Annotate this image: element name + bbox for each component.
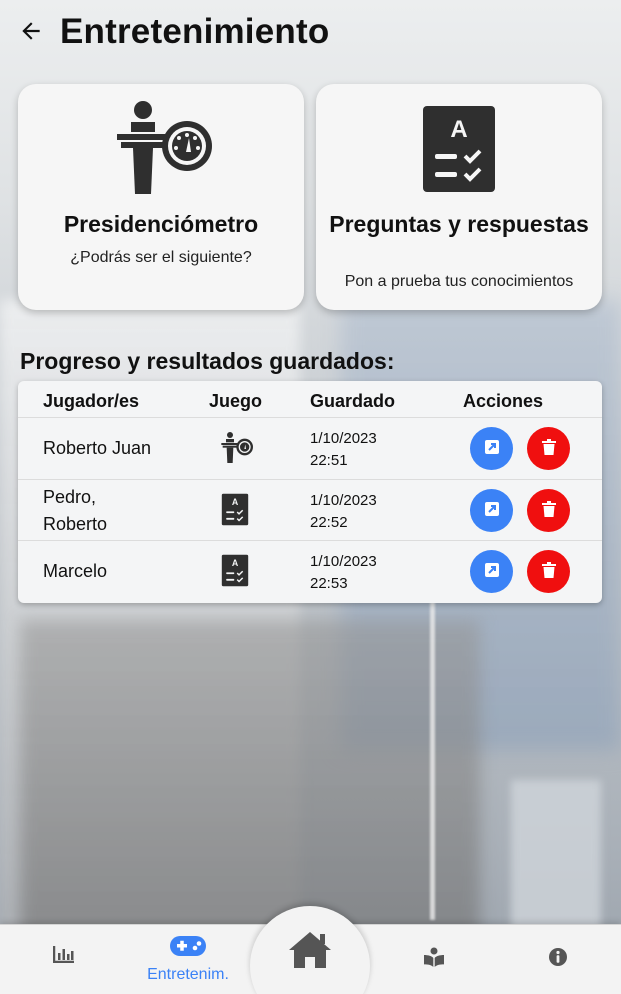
progress-table: Jugador/es Juego Guardado Acciones Rober… <box>18 381 602 603</box>
svg-text:A: A <box>450 116 467 143</box>
info-icon <box>548 947 568 972</box>
home-button[interactable] <box>250 906 370 994</box>
card-subtitle: ¿Podrás ser el siguiente? <box>70 249 252 266</box>
edit-button[interactable] <box>470 488 513 532</box>
edit-button[interactable] <box>470 550 513 593</box>
saved-datetime: 1/10/2023 22:52 <box>310 491 377 531</box>
nav-item-statistics[interactable] <box>45 945 83 975</box>
card-title: Preguntas y respuestas <box>329 211 589 237</box>
saved-datetime: 1/10/2023 22:53 <box>310 553 377 592</box>
column-header: Acciones <box>463 391 544 411</box>
book-reader-icon <box>423 947 445 972</box>
page-title: Entretenimiento <box>60 12 330 51</box>
player-names: Marcelo <box>43 561 108 581</box>
quiz-checklist-icon: A <box>221 493 249 531</box>
card-subtitle: Pon a prueba tus conocimientos <box>344 273 574 290</box>
external-edit-icon <box>484 440 499 457</box>
saved-datetime: 1/10/2023 22:51 <box>310 430 377 469</box>
page-header: Entretenimiento <box>18 12 329 52</box>
delete-button[interactable] <box>527 488 570 532</box>
external-edit-icon <box>484 501 499 519</box>
player-names: Roberto Juan <box>43 438 152 458</box>
column-header: Guardado <box>310 391 396 411</box>
table-row: Marcelo A 1/10/2023 22:53 <box>18 541 602 603</box>
podium-gauge-icon <box>107 98 215 205</box>
podium-gauge-icon <box>218 430 254 471</box>
table-row: Pedro, Roberto A 1/10/2023 22:52 <box>18 480 602 541</box>
section-title: Progreso y resultados guardados: <box>20 348 395 374</box>
svg-text:A: A <box>232 497 239 507</box>
delete-button[interactable] <box>527 427 570 470</box>
delete-button[interactable] <box>527 550 570 593</box>
table-header: Jugador/es Juego Guardado Acciones <box>18 381 602 418</box>
card-preguntas[interactable]: A Preguntas y respuestas Pon a prueba tu… <box>316 84 602 310</box>
svg-text:A: A <box>232 558 239 568</box>
home-icon <box>287 930 333 994</box>
quiz-checklist-icon: A <box>421 104 497 199</box>
gamepad-icon <box>170 935 206 962</box>
trash-icon <box>541 439 556 458</box>
back-arrow-icon[interactable] <box>18 18 46 46</box>
trash-icon <box>541 562 556 581</box>
nav-item-entretenimiento[interactable]: Entretenim. <box>128 935 248 994</box>
quiz-checklist-icon: A <box>221 554 249 592</box>
column-header: Jugador/es <box>43 391 140 411</box>
player-names: Pedro, Roberto <box>43 486 108 534</box>
card-title: Presidenciómetro <box>63 211 259 237</box>
table-row: Roberto Juan 1/10/2023 22:51 <box>18 418 602 480</box>
column-header: Juego <box>209 391 263 411</box>
chart-icon <box>52 945 75 968</box>
nav-item-info[interactable] <box>546 947 570 971</box>
trash-icon <box>541 500 556 520</box>
nav-item-reader[interactable] <box>421 947 447 973</box>
card-presidenciometro[interactable]: Presidenciómetro ¿Podrás ser el siguient… <box>18 84 304 310</box>
external-edit-icon <box>484 563 499 580</box>
edit-button[interactable] <box>470 427 513 470</box>
nav-label: Entretenim. <box>147 966 229 983</box>
